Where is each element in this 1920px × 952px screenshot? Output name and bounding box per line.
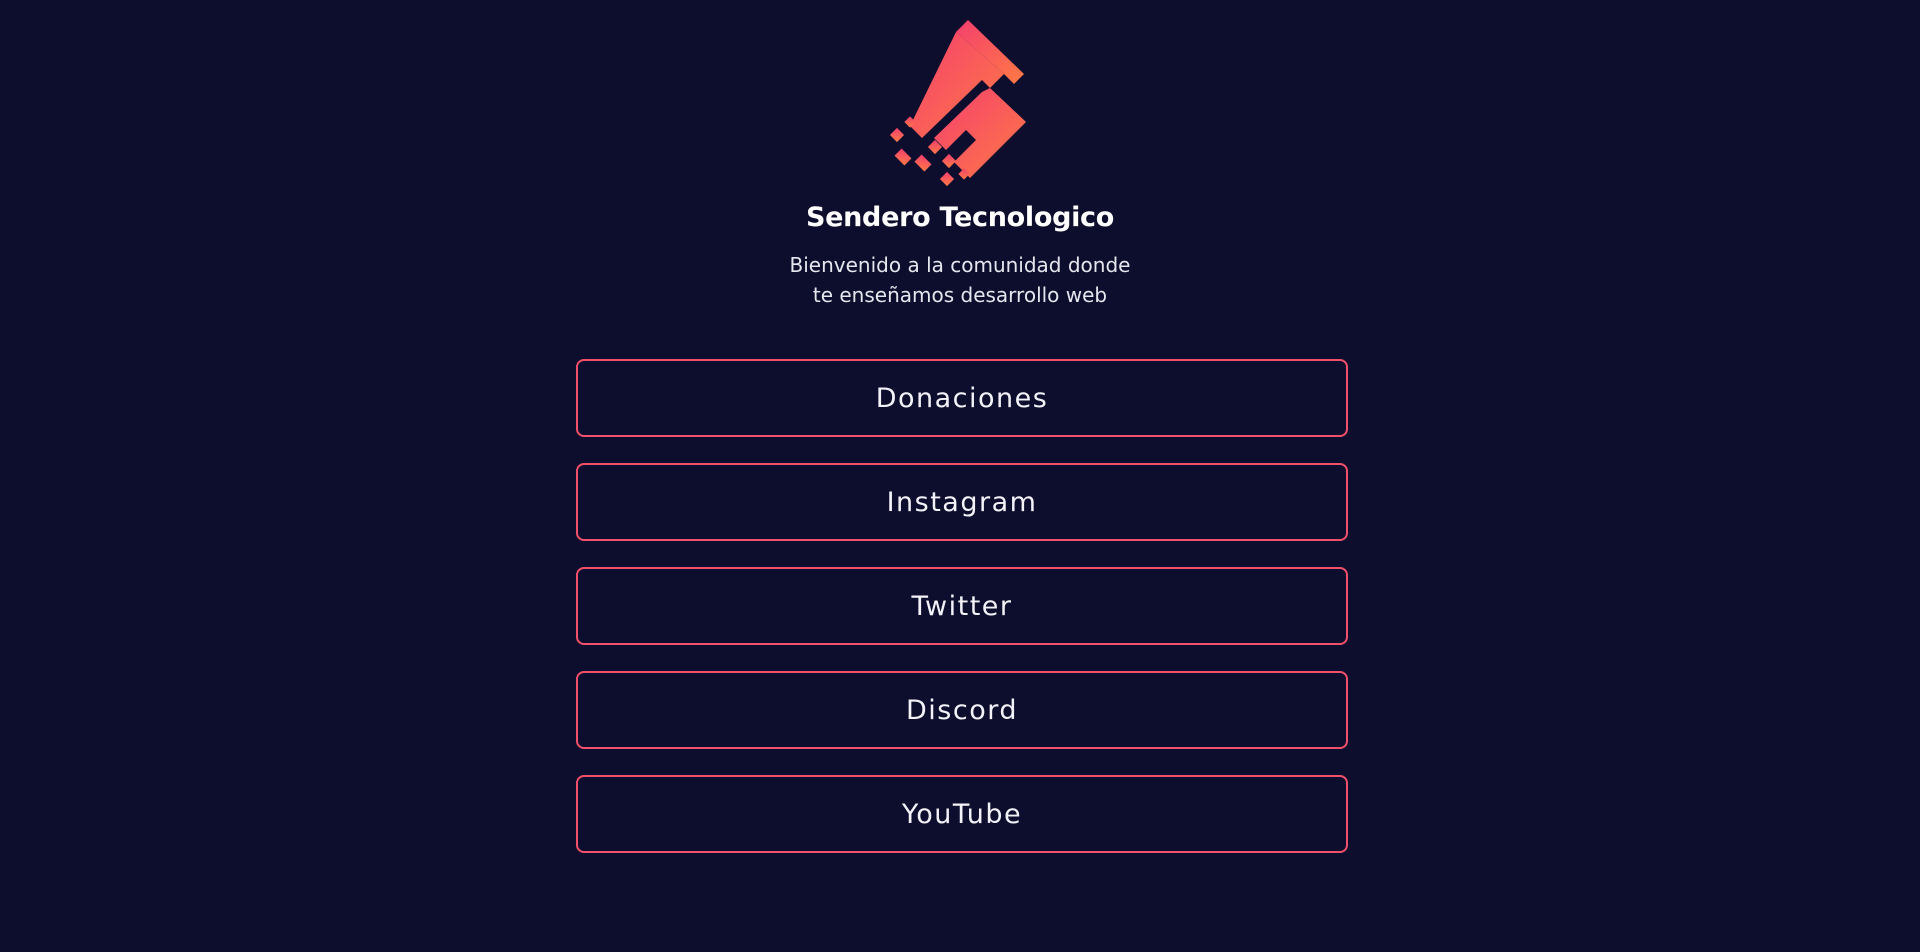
sendero-rocket-logo-icon (889, 20, 1026, 187)
page-title: Sendero Tecnologico (805, 202, 1115, 233)
welcome-line-1: Bienvenido a la comunidad donde (789, 253, 1131, 277)
discord-button[interactable]: Discord (576, 671, 1348, 749)
instagram-button[interactable]: Instagram (576, 463, 1348, 541)
donaciones-button[interactable]: Donaciones (576, 359, 1348, 437)
welcome-message: Bienvenido a la comunidad donde te enseñ… (0, 250, 1920, 310)
twitter-button[interactable]: Twitter (576, 567, 1348, 645)
page: Sendero Tecnologico Bienvenido a la comu… (0, 0, 1920, 952)
link-list: Donaciones Instagram Twitter Discord You… (576, 359, 1348, 879)
youtube-button[interactable]: YouTube (576, 775, 1348, 853)
welcome-line-2: te enseñamos desarrollo web (812, 283, 1108, 307)
